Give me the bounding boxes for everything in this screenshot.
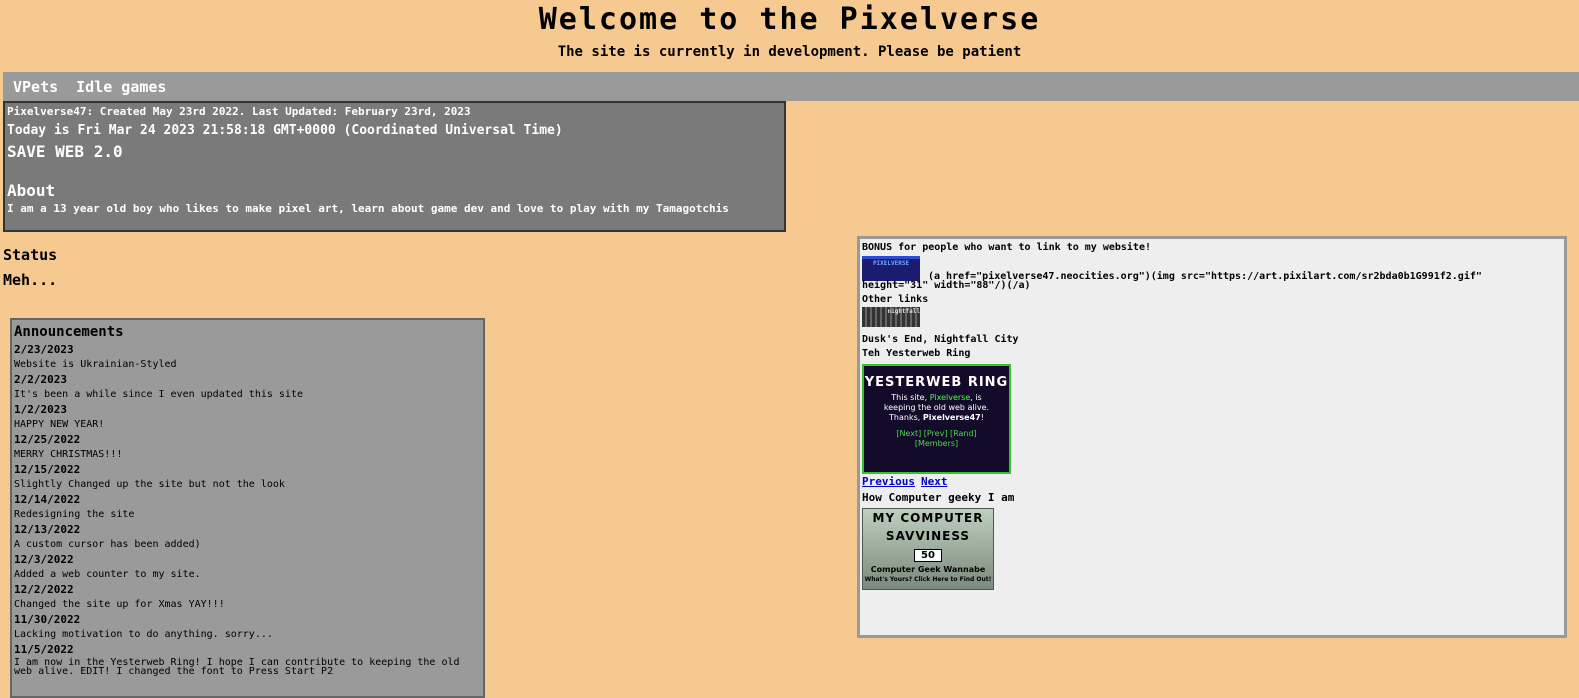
announcement-item: 12/2/2022 Changed the site up for Xmas YA… — [14, 582, 481, 612]
announcement-item: 2/23/2023 Website is Ukrainian-Styled — [14, 342, 481, 372]
announcement-text: Changed the site up for Xmas YAY!!! — [14, 599, 225, 610]
ring-line1b: , is — [970, 393, 982, 402]
pixelverse-badge[interactable]: PIXELVERSE — [862, 256, 920, 281]
announcement-text: It's been a while since I even updated t… — [14, 389, 303, 400]
ring-site-name: Pixelverse — [929, 393, 971, 402]
yesterweb-ring-label: Teh Yesterweb Ring — [862, 348, 971, 359]
announcement-date: 2/2/2023 — [14, 373, 67, 386]
announcement-text: Redesigning the site — [14, 509, 135, 520]
pixelverse-badge-label: PIXELVERSE — [872, 260, 910, 267]
announcement-item: 12/15/2022 Slightly Changed up the site b… — [14, 462, 481, 492]
announcement-date: 11/5/2022 — [14, 643, 74, 656]
ring-description: This site, Pixelverse, is keeping the ol… — [864, 393, 1009, 423]
announcement-item: 12/14/2022 Redesigning the site — [14, 492, 481, 522]
ring-line2: keeping the old web alive. — [883, 403, 990, 412]
announcements-heading: Announcements — [14, 324, 124, 340]
nightfall-link-text: Dusk's End, Nightfall City — [862, 334, 1019, 345]
announcement-text: Website is Ukrainian-Styled — [14, 359, 177, 370]
status-text: Meh... — [3, 271, 58, 289]
nav-link-vpets[interactable]: VPets — [13, 78, 58, 96]
announcement-date: 12/25/2022 — [14, 433, 81, 446]
announcement-text: I am now in the Yesterweb Ring! I hope I… — [14, 657, 460, 677]
savvy-rank: Computer Geek Wannabe — [870, 565, 986, 574]
other-links-label: Other links — [862, 294, 929, 305]
ring-nav-links: [Next] [Prev] [Rand] [Members] — [864, 429, 1009, 449]
announcement-date: 1/2/2023 — [14, 403, 67, 416]
announcement-text: Added a web counter to my site. — [14, 569, 201, 580]
announcement-date: 12/2/2022 — [14, 583, 74, 596]
announcement-item: 11/30/2022 Lacking motivation to do anyth… — [14, 612, 481, 642]
next-link[interactable]: Next — [921, 475, 948, 488]
announcement-date: 12/3/2022 — [14, 553, 74, 566]
ring-line3b: ! — [980, 413, 984, 422]
ring-nav-link[interactable]: [Next] [Prev] [Rand] — [896, 429, 976, 438]
announcement-item: 1/2/2023 HAPPY NEW YEAR! — [14, 402, 481, 432]
announcement-item: 2/2/2023 It's been a while since I even u… — [14, 372, 481, 402]
info-panel: Pixelverse47: Created May 23rd 2022. Las… — [3, 101, 786, 232]
announcement-date: 2/23/2023 — [14, 343, 74, 356]
nightfall-badge[interactable]: nightfall — [862, 307, 920, 327]
save-web-heading: SAVE WEB 2.0 — [7, 142, 123, 161]
savvy-score: 50 — [914, 549, 942, 562]
announcement-item: 12/25/2022 MERRY CHRISTMAS!!! — [14, 432, 481, 462]
nav-link-idle-games[interactable]: Idle games — [76, 78, 166, 96]
about-text: I am a 13 year old boy who likes to make… — [7, 202, 729, 215]
announcement-text: HAPPY NEW YEAR! — [14, 419, 105, 430]
announcement-text: Slightly Changed up the site but not the… — [14, 479, 285, 490]
announcement-item: 12/13/2022 A custom cursor has been added… — [14, 522, 481, 552]
ring-members-link[interactable]: [Members] — [915, 439, 958, 448]
announcement-text: MERRY CHRISTMAS!!! — [14, 449, 123, 460]
announcements-panel: Announcements 2/23/2023 Website is Ukrain… — [10, 318, 485, 698]
ring-line1: This site, — [891, 393, 928, 402]
date-time-text: Today is Fri Mar 24 2023 21:58:18 GMT+00… — [7, 123, 563, 138]
savvy-title-2: SAVVINESS — [885, 529, 971, 543]
badge-row: PIXELVERSE (a href="pixelverse47.neociti… — [862, 256, 1562, 282]
about-heading: About — [7, 181, 56, 200]
announcement-date: 11/30/2022 — [14, 613, 81, 626]
announcement-text: Lacking motivation to do anything. sorry… — [14, 629, 273, 640]
geeky-label: How Computer geeky I am — [862, 491, 1015, 504]
page-subtitle: The site is currently in development. Pl… — [557, 44, 1022, 60]
ring-owner: Pixelverse47 — [922, 413, 981, 422]
badge-code-snippet-2: height="31" width="88"/)(/a) — [862, 280, 1031, 291]
yesterweb-ring-widget[interactable]: YESTERWEB RING This site, Pixelverse, is… — [862, 364, 1011, 474]
announcement-date: 12/13/2022 — [14, 523, 81, 536]
status-heading: Status — [3, 246, 58, 264]
link-sidebar: BONUS for people who want to link to my … — [857, 236, 1567, 638]
created-updated-text: Pixelverse47: Created May 23rd 2022. Las… — [7, 105, 471, 118]
announcement-text: A custom cursor has been added) — [14, 539, 201, 550]
ring-title: YESTERWEB RING — [864, 375, 1009, 390]
savvy-title-1: MY COMPUTER — [872, 511, 984, 525]
ring-line3: Thanks, — [889, 413, 921, 422]
savvy-link[interactable]: What's Yours? Click Here to Find Out! — [863, 576, 993, 583]
navbar: VPets Idle games — [3, 72, 1579, 101]
announcement-date: 12/14/2022 — [14, 493, 81, 506]
announcement-date: 12/15/2022 — [14, 463, 81, 476]
nightfall-badge-label: nightfall — [887, 308, 920, 315]
announcement-item: 11/5/2022 I am now in the Yesterweb Ring!… — [14, 642, 481, 677]
page-title: Welcome to the Pixelverse — [538, 2, 1041, 37]
computer-savviness-badge[interactable]: MY COMPUTER SAVVINESS 50 Computer Geek W… — [862, 508, 994, 590]
previous-link[interactable]: Previous — [862, 475, 915, 488]
announcement-item: 12/3/2022 Added a web counter to my site. — [14, 552, 481, 582]
bonus-text: BONUS for people who want to link to my … — [862, 242, 1151, 253]
